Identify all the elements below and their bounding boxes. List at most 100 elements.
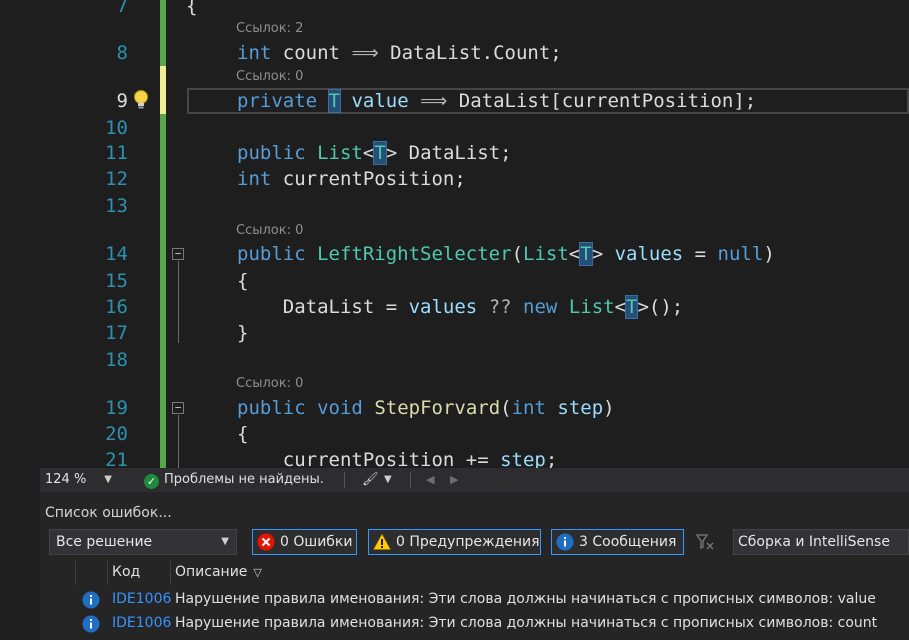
- chevron-down-icon: ▼: [104, 474, 112, 485]
- line-number: 17: [105, 322, 128, 344]
- code-token: List: [568, 296, 615, 318]
- code-token: {: [237, 423, 249, 445]
- code-token: =: [683, 243, 718, 265]
- code-line[interactable]: public void StepForvard(int step): [166, 395, 909, 421]
- code-editor[interactable]: − − {int count ⟹ DataList.Count; private …: [0, 0, 909, 468]
- column-header-description[interactable]: Описание ▽: [175, 564, 262, 580]
- code-line[interactable]: {: [166, 421, 909, 447]
- message-code-link[interactable]: IDE1006: [112, 591, 171, 607]
- column-divider[interactable]: [170, 561, 171, 585]
- code-token: currentPosition;: [271, 168, 466, 190]
- list-header: Код Описание ▽: [40, 561, 909, 585]
- info-icon: [82, 591, 100, 609]
- column-divider[interactable]: [107, 561, 108, 585]
- code-token: step: [557, 397, 604, 419]
- previous-issue-icon[interactable]: ◀: [426, 470, 444, 490]
- code-token: values: [614, 243, 684, 265]
- code-line[interactable]: int currentPosition;: [166, 166, 909, 192]
- warnings-filter-button[interactable]: 0 Предупреждения: [368, 529, 541, 555]
- table-row[interactable]: IDE1006 Нарушение правила именования: Эти…: [40, 588, 909, 612]
- check-circle-icon: ✓: [144, 474, 159, 489]
- messages-filter-label: 3 Сообщения: [579, 534, 677, 550]
- column-header-code[interactable]: Код: [112, 564, 140, 580]
- code-token: void: [317, 397, 363, 419]
- code-token: ;: [545, 449, 558, 468]
- messages-filter-button[interactable]: 3 Сообщения: [551, 529, 684, 555]
- code-line[interactable]: private T value ⟹ DataList[currentPositi…: [166, 88, 909, 114]
- highlighted-reference: T: [373, 141, 387, 165]
- code-token: <: [362, 142, 375, 164]
- code-line[interactable]: {: [166, 0, 909, 19]
- warning-icon: [373, 533, 391, 550]
- error-icon: [257, 533, 275, 551]
- code-line[interactable]: int count ⟹ DataList.Count;: [166, 40, 909, 66]
- code-token: values: [408, 296, 478, 318]
- message-code-link[interactable]: IDE1006: [112, 615, 171, 631]
- error-list-panel: Список ошибок... Все решение ▼ 0 Ошибки …: [40, 492, 909, 640]
- code-line[interactable]: public LeftRightSelecter(List<T> values …: [166, 241, 909, 267]
- code-token: {: [237, 270, 249, 292]
- filter-icon[interactable]: [695, 532, 715, 552]
- build-source-value: Сборка и IntelliSense: [738, 534, 890, 550]
- code-token: ⟹: [420, 90, 448, 112]
- line-number: 21: [105, 449, 128, 468]
- code-token: List: [317, 142, 363, 164]
- separator: [344, 472, 345, 488]
- code-text-area[interactable]: { int count ⟹ DataList.Count; private T va…: [166, 0, 909, 468]
- zoom-dropdown[interactable]: 124 % ▼: [42, 470, 116, 490]
- code-line[interactable]: DataList = values ?? new List<T>();: [166, 294, 909, 320]
- code-token: <: [614, 296, 627, 318]
- code-token: count: [282, 42, 340, 64]
- scope-value: Все решение: [56, 534, 153, 550]
- next-issue-icon[interactable]: ▶: [450, 470, 468, 490]
- code-line[interactable]: currentPosition += step;: [166, 447, 909, 468]
- code-token: {: [186, 0, 198, 17]
- code-lens-references[interactable]: Ссылок: 0: [236, 69, 303, 85]
- message-description: Нарушение правила именования: Эти слова …: [175, 615, 878, 631]
- table-row[interactable]: IDE1006 Нарушение правила именования: Эти…: [40, 612, 909, 636]
- code-line[interactable]: }: [166, 320, 909, 346]
- code-token: <: [568, 243, 581, 265]
- code-token: public: [237, 397, 306, 419]
- code-token: ): [763, 243, 775, 265]
- code-token: ??: [488, 296, 512, 318]
- scope-dropdown[interactable]: Все решение ▼: [49, 529, 237, 555]
- code-lens-references[interactable]: Ссылок: 0: [236, 223, 303, 239]
- code-token: public: [237, 142, 306, 164]
- line-number: 15: [105, 270, 128, 292]
- code-line[interactable]: {: [166, 268, 909, 294]
- code-line[interactable]: [166, 115, 909, 141]
- code-line[interactable]: [166, 347, 909, 373]
- line-number: 7: [116, 0, 128, 17]
- line-number: 20: [105, 423, 128, 445]
- code-token: List: [523, 243, 569, 265]
- build-source-dropdown[interactable]: Сборка и IntelliSense: [733, 529, 909, 555]
- info-icon: [556, 533, 574, 551]
- code-cleanup-button[interactable]: 🖌 ▼: [358, 470, 398, 490]
- code-lens-references[interactable]: Ссылок: 0: [236, 376, 303, 392]
- line-number: 11: [105, 142, 128, 164]
- errors-filter-button[interactable]: 0 Ошибки: [252, 529, 357, 555]
- highlighted-reference: T: [624, 295, 639, 319]
- code-line[interactable]: [166, 193, 909, 219]
- line-number: 14: [105, 243, 128, 265]
- panel-title[interactable]: Список ошибок...: [45, 505, 172, 521]
- info-icon: [82, 615, 100, 633]
- problems-indicator[interactable]: ✓ Проблемы не найдены.: [144, 471, 324, 489]
- lightbulb-icon[interactable]: [133, 89, 149, 111]
- code-token: (: [511, 243, 524, 265]
- code-lens-references[interactable]: Ссылок: 2: [236, 21, 303, 37]
- code-token: > DataList;: [385, 142, 512, 164]
- separator: [410, 472, 411, 488]
- code-token: >: [591, 243, 615, 265]
- code-line[interactable]: public List<T> DataList;: [166, 140, 909, 166]
